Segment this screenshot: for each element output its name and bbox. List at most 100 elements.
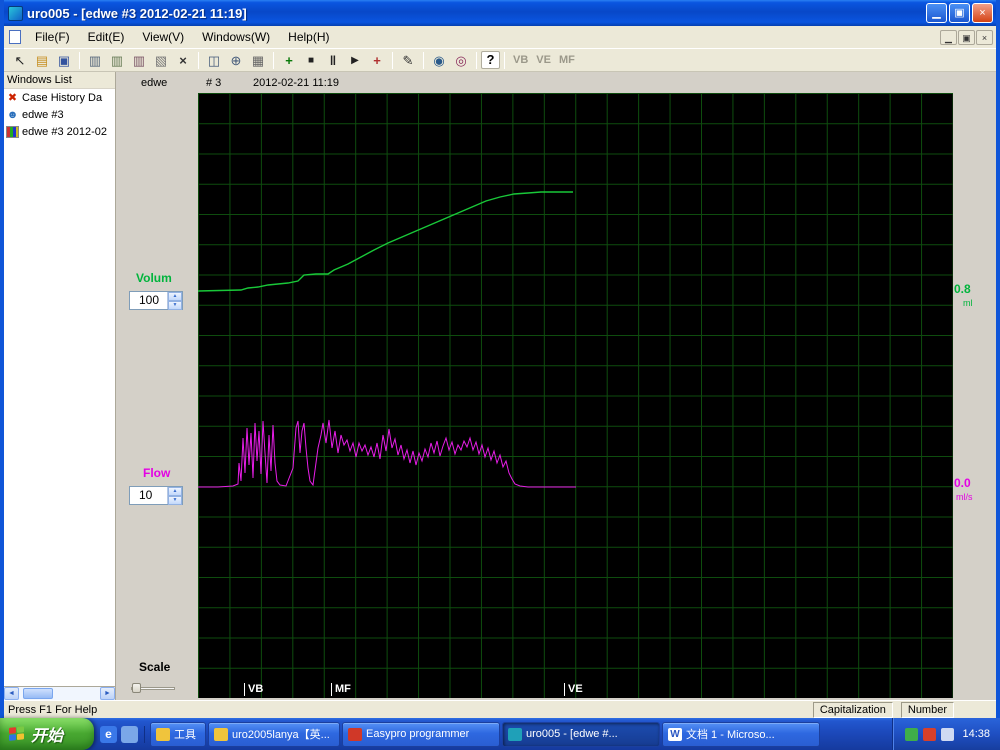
open-folder-icon[interactable]: ▤ [31,50,53,70]
windows-flag-icon [9,725,25,743]
spin-down-icon[interactable]: ▼ [168,301,182,310]
chart-panel: edwe # 3 2012-02-21 11:19 Volum 100 ▲ ▼ … [116,72,996,700]
delete-icon[interactable]: × [172,50,194,70]
spin-down-icon[interactable]: ▼ [168,496,182,505]
save-icon[interactable]: ▣ [53,50,75,70]
flow-scale-input[interactable]: 10 [130,487,167,504]
pages-icon[interactable]: ▥ [106,50,128,70]
menu-view[interactable]: View(V) [133,28,193,46]
taskbar-task-1[interactable]: uro2005lanya【英... [208,721,340,747]
title-bar[interactable]: uro005 - [edwe #3 2012-02-21 11:19] ▁ ▣ … [4,0,996,26]
pause-icon[interactable]: ‖ [322,50,344,70]
scale-slider[interactable] [131,683,175,693]
ve-button[interactable]: VE [532,54,555,66]
waveform-icon [6,125,19,138]
taskbar-task-2[interactable]: Easypro programmer [342,721,500,747]
marker-mf[interactable]: MF [331,683,351,696]
mdi-minimize-button[interactable]: ▁ [940,29,957,45]
taskbar-task-0[interactable]: 工具 [150,721,206,747]
sidebar-header: Windows List [4,72,115,89]
sidebar-item-label: edwe #3 2012-02 [22,125,108,138]
scale-label: Scale [139,660,171,674]
toolbar-separator [392,51,393,69]
task-label: 文档 1 - Microso... [686,729,775,741]
zoom-document-icon[interactable]: ⊕ [225,50,247,70]
flow-scale-spinner[interactable]: 10 ▲ ▼ [129,486,183,505]
app-window: uro005 - [edwe #3 2012-02-21 11:19] ▁ ▣ … [0,0,1000,718]
slider-thumb[interactable] [132,683,141,693]
task-label: uro005 - [edwe #... [526,728,618,740]
mdi-close-button[interactable]: × [976,29,993,45]
crosshair-icon[interactable]: + [366,50,388,70]
volume-scale-spinner[interactable]: 100 ▲ ▼ [129,291,183,310]
play-icon[interactable]: ▶ [344,50,366,70]
status-message: Press F1 For Help [8,703,98,716]
erase-icon[interactable]: ▧ [150,50,172,70]
show-desktop-icon[interactable] [121,725,138,743]
restore-button[interactable]: ▣ [949,3,970,23]
volume-scale-input[interactable]: 100 [130,292,167,309]
sidebar-scrollbar[interactable]: ◄ ► [4,686,115,700]
trace-volume [198,191,573,292]
patient-icon: ☻ [6,108,19,121]
menu-windows[interactable]: Windows(W) [193,28,279,46]
layout-icon[interactable]: ◫ [203,50,225,70]
status-pane-1: Number [900,701,954,718]
system-tray: 14:38 [892,718,1000,750]
menu-file[interactable]: File(F) [26,28,79,46]
toolbar-separator [273,51,274,69]
pointer-icon[interactable]: ↖ [9,50,31,70]
volume-unit: ml [963,298,973,308]
sidebar: Windows List ✖ Case History Da ☻ edwe #3 edw… [4,72,116,700]
volume-tray-icon[interactable] [941,727,955,741]
duplicate-icon[interactable]: ▥ [128,50,150,70]
scroll-right-icon[interactable]: ► [100,687,115,700]
copy-icon[interactable]: ▥ [84,50,106,70]
easypro-icon [348,727,362,741]
document-icon[interactable] [9,30,21,44]
task-label: uro2005lanya【英... [232,729,330,741]
menu-edit[interactable]: Edit(E) [79,28,134,46]
taskbar-task-4[interactable]: W 文档 1 - Microso... [662,721,820,747]
sidebar-item-0[interactable]: ✖ Case History Da [4,89,115,106]
spin-up-icon[interactable]: ▲ [168,487,182,496]
chart-header: edwe # 3 2012-02-21 11:19 [116,72,996,93]
menu-bar: File(F) Edit(E) View(V) Windows(W) Help(H) ▁… [4,26,996,48]
marker-ve[interactable]: VE [564,683,583,696]
clock[interactable]: 14:38 [959,728,990,740]
taskbar-task-3[interactable]: uro005 - [edwe #... [502,721,660,747]
toolbar-separator [423,51,424,69]
start-button[interactable]: 开始 [0,718,94,750]
pen-icon[interactable]: ✎ [397,50,419,70]
sidebar-item-1[interactable]: ☻ edwe #3 [4,106,115,123]
add-icon[interactable]: + [278,50,300,70]
chart-canvas[interactable]: VB MF VE [198,93,953,698]
help-icon[interactable]: ? [481,51,500,69]
trace-flow [198,419,576,488]
mf-button[interactable]: MF [555,54,579,66]
sidebar-item-2[interactable]: edwe #3 2012-02 [4,123,115,140]
toolbar-separator [504,51,505,69]
close-button[interactable]: × [972,3,993,23]
scroll-left-icon[interactable]: ◄ [4,687,19,700]
ie-icon[interactable]: e [100,725,117,743]
exam-number: # 3 [206,77,222,89]
record-icon[interactable]: ◎ [450,50,472,70]
print-preview-icon[interactable]: ▦ [247,50,269,70]
marker-vb[interactable]: VB [244,683,263,696]
menu-help[interactable]: Help(H) [279,28,338,46]
vb-button[interactable]: VB [509,54,532,66]
scrollbar-thumb[interactable] [23,688,53,699]
mdi-restore-button[interactable]: ▣ [958,29,975,45]
spin-up-icon[interactable]: ▲ [168,292,182,301]
volume-readout: 0.8 [954,282,971,296]
sidebar-item-label: Case History Da [22,91,103,104]
target-icon[interactable]: ◉ [428,50,450,70]
tools-folder-icon [156,727,170,741]
antivirus-tray-icon[interactable] [905,727,919,741]
stop-icon[interactable]: ■ [300,50,322,70]
toolbar-separator [198,51,199,69]
minimize-button[interactable]: ▁ [926,3,947,23]
toolbar-separator [79,51,80,69]
easypro-tray-icon[interactable] [923,727,937,741]
